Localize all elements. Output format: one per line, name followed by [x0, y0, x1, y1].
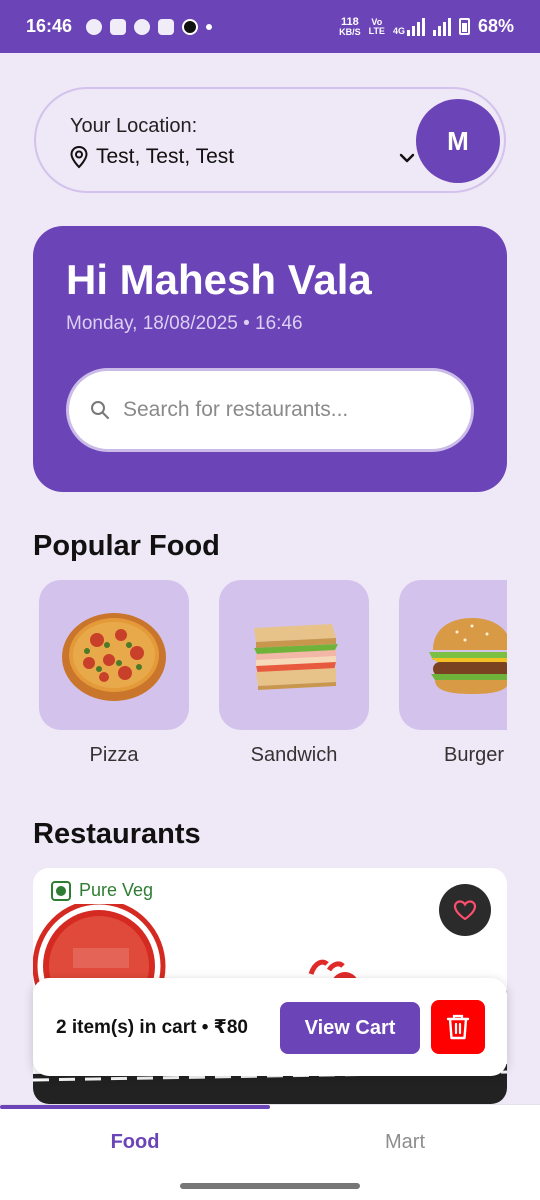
active-tab-indicator: [0, 1105, 270, 1109]
pizza-icon: [62, 613, 166, 701]
search-icon: [91, 401, 109, 419]
location-value: Test, Test, Test: [96, 145, 235, 168]
food-item-pizza[interactable]: Pizza: [39, 580, 189, 767]
burger-icon: [429, 618, 507, 694]
video-notification-icon: [158, 18, 175, 35]
volte-bottom: LTE: [368, 25, 385, 36]
signal-bars-icon: [406, 17, 425, 36]
system-icons: 118 KB/S Vo LTE 4G 68%: [339, 16, 514, 37]
food-label-burger: Burger: [443, 744, 505, 766]
chat-notification-icon: [86, 18, 103, 35]
location-label: Your Location:: [70, 115, 198, 137]
network-speed-unit: KB/S: [339, 26, 361, 37]
status-time: 16:46: [26, 16, 73, 36]
location-selector[interactable]: Your Location: Test, Test, Test M: [34, 87, 506, 193]
search-bar[interactable]: [66, 368, 474, 452]
chevron-down-icon[interactable]: [396, 147, 418, 169]
battery-icon: [458, 18, 470, 35]
status-bar: 16:46 118 KB/S Vo LTE 4G 68%: [0, 0, 540, 53]
network-type: 4G: [392, 25, 405, 36]
volte-indicator: Vo LTE: [368, 17, 385, 36]
food-label-sandwich: Sandwich: [250, 744, 338, 766]
heart-icon: [453, 900, 477, 921]
search-input[interactable]: [123, 398, 443, 422]
view-cart-button[interactable]: View Cart: [280, 1002, 420, 1054]
notification-icons: [86, 18, 213, 35]
sandwich-icon: [254, 624, 338, 690]
clear-cart-button[interactable]: [431, 1000, 485, 1054]
location-row: Test, Test, Test: [68, 145, 234, 169]
popular-food-list: Pizza Sandwich Burger: [39, 580, 507, 780]
pure-veg-badge: Pure Veg: [51, 880, 153, 901]
tab-food[interactable]: Food: [0, 1131, 270, 1154]
veg-icon: [51, 880, 71, 901]
favorite-button[interactable]: [439, 884, 491, 936]
tab-mart[interactable]: Mart: [270, 1131, 540, 1154]
popular-food-title: Popular Food: [33, 530, 220, 562]
cart-summary-bar: 2 item(s) in cart • ₹80 View Cart: [33, 978, 507, 1076]
trash-icon: [446, 1014, 470, 1040]
game-notification-icon: [182, 18, 199, 35]
cart-summary-text: 2 item(s) in cart • ₹80: [56, 1017, 248, 1038]
food-tile-sandwich: [219, 580, 369, 730]
food-item-burger[interactable]: Burger: [399, 580, 507, 767]
profile-avatar[interactable]: M: [416, 99, 500, 183]
location-pin-icon: [70, 145, 88, 169]
pure-veg-label: Pure Veg: [79, 880, 154, 900]
signal-strength-1: 4G: [392, 17, 425, 36]
food-tile-pizza: [39, 580, 189, 730]
network-speed-value: 118: [340, 15, 359, 28]
food-item-sandwich[interactable]: Sandwich: [219, 580, 369, 767]
battery-percent: 68%: [477, 16, 514, 36]
more-notifications-dot-icon: [206, 23, 213, 30]
greeting-card: Hi Mahesh Vala Monday, 18/08/2025 • 16:4…: [33, 226, 507, 492]
food-label-pizza: Pizza: [89, 744, 139, 766]
greeting-title: Hi Mahesh Vala: [66, 256, 372, 303]
food-tile-burger: [399, 580, 507, 730]
app-notification-icon: [110, 18, 127, 35]
network-speed: 118 KB/S: [339, 15, 361, 37]
home-gesture-bar[interactable]: [180, 1183, 360, 1189]
restaurants-title: Restaurants: [33, 818, 201, 850]
wallet-notification-icon: [134, 18, 151, 35]
current-datetime: Monday, 18/08/2025 • 16:46: [66, 313, 303, 334]
signal-bars-icon-2: [432, 17, 451, 36]
